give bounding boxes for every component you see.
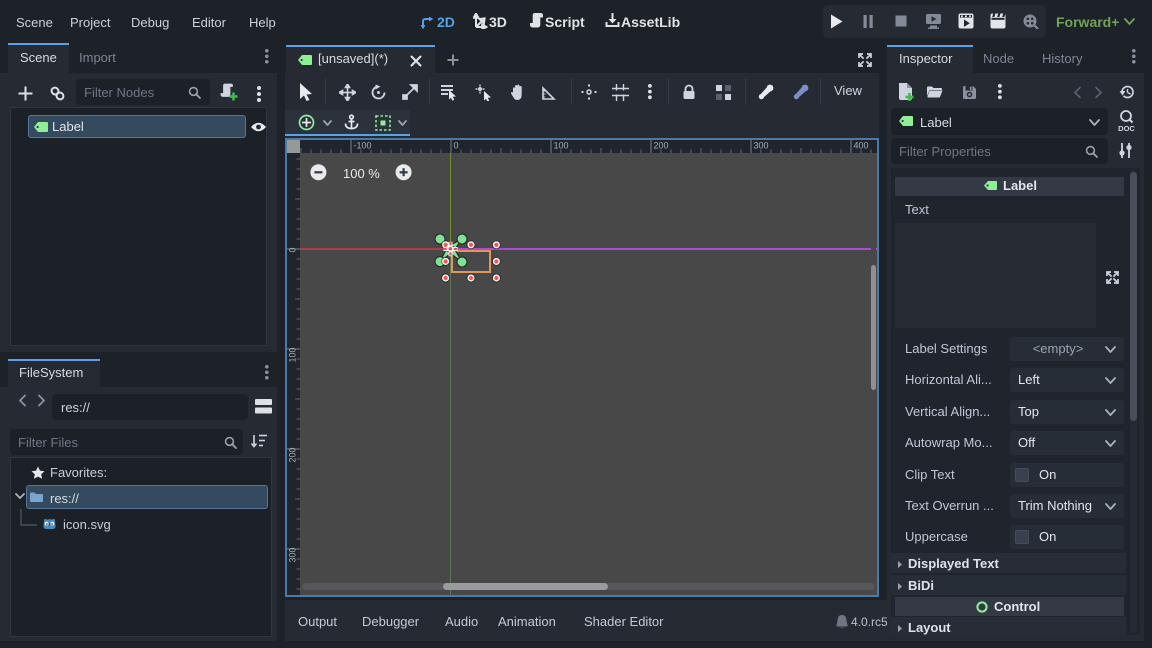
svg-text:100: 100 <box>288 348 298 363</box>
svg-text:200: 200 <box>654 141 669 151</box>
svg-text:-100: -100 <box>354 141 372 151</box>
svg-text:200: 200 <box>288 448 298 463</box>
svg-text:100: 100 <box>554 141 569 151</box>
svg-text:400: 400 <box>854 141 869 151</box>
svg-text:0: 0 <box>454 141 459 151</box>
svg-text:DOC: DOC <box>1118 124 1135 132</box>
svg-text:0: 0 <box>288 248 298 253</box>
svg-text:300: 300 <box>288 548 298 563</box>
svg-text:300: 300 <box>754 141 769 151</box>
